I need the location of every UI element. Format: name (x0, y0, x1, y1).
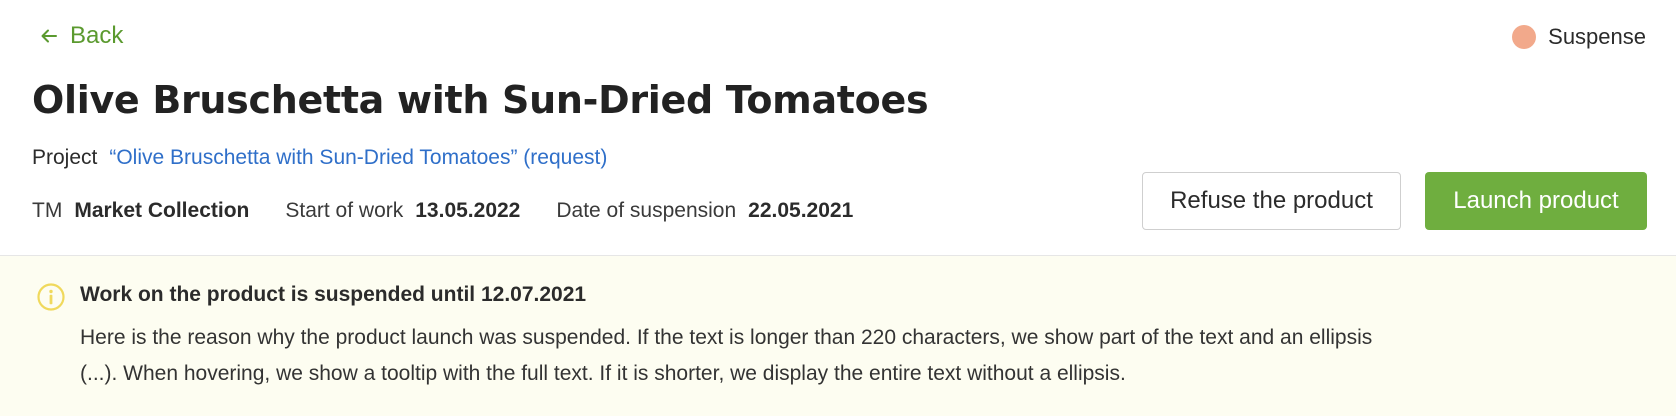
suspension-notice: Work on the product is suspended until 1… (0, 256, 1676, 416)
meta-row: TM Market Collection Start of work 13.05… (32, 199, 889, 223)
status-label: Suspense (1548, 24, 1646, 49)
notice-title: Work on the product is suspended until 1… (80, 283, 587, 306)
arrow-left-icon (41, 29, 57, 43)
status-dot (1512, 25, 1537, 49)
back-label: Back (70, 22, 124, 49)
launch-product-button[interactable]: Launch product (1425, 172, 1647, 230)
status-indicator: Suspense (1512, 24, 1646, 50)
suspension-date-label: Date of suspension (556, 199, 737, 222)
info-icon (37, 283, 65, 311)
project-row: Project “Olive Bruschetta with Sun-Dried… (32, 146, 607, 170)
suspension-date-value: 22.05.2021 (748, 199, 854, 222)
refuse-product-button[interactable]: Refuse the product (1142, 172, 1401, 230)
notice-text: Here is the reason why the product launc… (80, 326, 1373, 385)
page-title: Olive Bruschetta with Sun-Dried Tomatoes (32, 78, 929, 122)
project-label: Project (32, 146, 98, 169)
tm-value: Market Collection (74, 199, 250, 222)
start-of-work-label: Start of work (285, 199, 404, 222)
project-link[interactable]: “Olive Bruschetta with Sun-Dried Tomatoe… (109, 146, 607, 170)
tm-label: TM (32, 199, 63, 222)
back-link[interactable]: Back (40, 22, 123, 50)
start-of-work-value: 13.05.2022 (415, 199, 521, 222)
